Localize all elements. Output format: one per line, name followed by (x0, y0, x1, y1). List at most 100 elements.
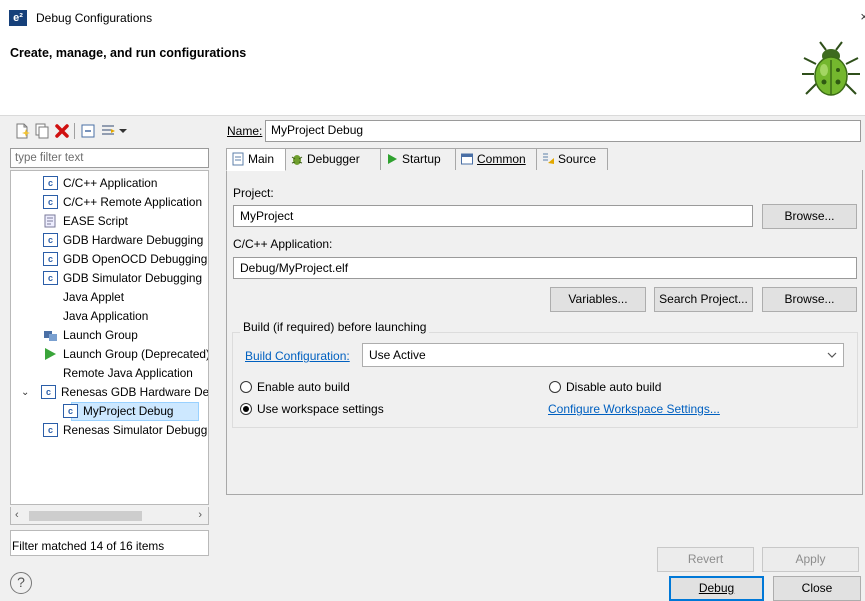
tab-label: Main (248, 152, 275, 166)
scroll-right-icon[interactable]: › (198, 509, 202, 521)
tree-item-label: C/C++ Remote Application (63, 195, 203, 209)
select-value: Use Active (369, 348, 426, 362)
c-icon: c (43, 423, 58, 437)
debug-button[interactable]: Debug (669, 576, 764, 601)
window-title: Debug Configurations (36, 11, 153, 25)
tree-item-label: GDB Simulator Debugging (63, 271, 203, 285)
tab-debugger[interactable]: Debugger (285, 148, 381, 171)
tree-item[interactable]: c GDB Simulator Debugging (11, 269, 208, 288)
enable-auto-build-radio[interactable] (240, 381, 252, 393)
tree-item[interactable]: c GDB OpenOCD Debugging (11, 250, 208, 269)
debug-button-label: Debug (698, 581, 735, 595)
script-icon (44, 214, 56, 228)
build-group-title: Build (if required) before launching (240, 320, 430, 334)
source-icon (543, 153, 554, 164)
tree-item[interactable]: c Renesas Simulator Debugging (11, 421, 208, 440)
project-input[interactable]: MyProject (233, 205, 753, 227)
tree-item[interactable]: c MyProject Debug (11, 402, 208, 421)
tree-item-label: EASE Script (63, 214, 128, 228)
common-icon (461, 153, 473, 165)
apply-button[interactable]: Apply (762, 547, 859, 572)
scroll-left-icon[interactable]: ‹ (15, 509, 19, 521)
app-label: C/C++ Application: (233, 237, 333, 251)
tree-item-label: Renesas GDB Hardware Debugging (61, 385, 209, 399)
tree-item[interactable]: c C/C++ Remote Application (11, 193, 208, 212)
config-name-input[interactable]: MyProject Debug (265, 120, 861, 142)
tree-item[interactable]: Java Application (11, 307, 208, 326)
filter-status-text: Filter matched 14 of 16 items (12, 539, 165, 553)
project-label: Project: (233, 186, 274, 200)
delete-config-icon[interactable] (54, 123, 70, 139)
tree-item[interactable]: c GDB Hardware Debugging (11, 231, 208, 250)
tree-item[interactable]: Launch Group (Deprecated) (11, 345, 208, 364)
search-project-button[interactable]: Search Project... (654, 287, 753, 312)
variables-button[interactable]: Variables... (550, 287, 646, 312)
tree-item[interactable]: Java Applet (11, 288, 208, 307)
new-config-icon[interactable] (14, 123, 30, 139)
tree-horizontal-scrollbar[interactable]: ‹ › (10, 507, 209, 525)
dialog-subtitle: Create, manage, and run configurations (10, 46, 247, 60)
tree-item-label: GDB OpenOCD Debugging (63, 252, 208, 266)
enable-auto-build-label: Enable auto build (257, 380, 350, 394)
tab-startup[interactable]: Startup (380, 148, 456, 171)
app-input[interactable]: Debug/MyProject.elf (233, 257, 857, 279)
toolbar-separator (74, 123, 75, 139)
chevron-down-icon[interactable]: ⌄ (21, 383, 29, 402)
tree-item-label: Launch Group (Deprecated) (63, 347, 209, 361)
help-icon[interactable]: ? (10, 572, 32, 594)
disable-auto-build-radio[interactable] (549, 381, 561, 393)
tab-label: Debugger (307, 152, 360, 166)
bug-small-icon (291, 155, 303, 165)
filter-icon[interactable] (100, 123, 116, 139)
c-icon: c (63, 404, 78, 418)
use-workspace-settings-label: Use workspace settings (257, 402, 384, 416)
chevron-down-icon[interactable] (118, 123, 128, 139)
tree-item[interactable]: c C/C++ Application (11, 174, 208, 193)
close-button[interactable]: Close (773, 576, 861, 601)
build-configuration-select[interactable]: Use Active (362, 343, 844, 367)
run-icon (388, 154, 397, 164)
duplicate-config-icon[interactable] (34, 123, 50, 139)
launch-group-icon (44, 331, 57, 341)
c-icon: c (43, 195, 58, 209)
tree-item[interactable]: EASE Script (11, 212, 208, 231)
tab-source[interactable]: Source (536, 148, 608, 171)
configure-workspace-link[interactable]: Configure Workspace Settings... (548, 402, 720, 416)
tab-main[interactable]: Main (226, 148, 286, 171)
c-icon: c (41, 385, 56, 399)
c-icon: c (43, 252, 58, 266)
build-configuration-link[interactable]: Build Configuration: (245, 349, 350, 363)
tree-item-label: Java Applet (63, 290, 124, 304)
c-icon: c (43, 233, 58, 247)
filter-input[interactable] (10, 148, 209, 168)
tab-label: Common (477, 152, 526, 166)
tree-item-label: C/C++ Application (63, 176, 158, 190)
c-icon: c (43, 271, 58, 285)
c-icon: c (43, 176, 58, 190)
config-toolbar (10, 120, 214, 144)
name-label: Name: (227, 124, 263, 138)
close-icon[interactable]: × (860, 9, 865, 24)
app-browse-button[interactable]: Browse... (762, 287, 857, 312)
project-browse-button[interactable]: Browse... (762, 204, 857, 229)
tree-item-label: Java Application (63, 309, 149, 323)
tree-item-label: Launch Group (63, 328, 138, 342)
tab-label: Source (558, 152, 597, 166)
document-icon (232, 152, 244, 166)
scrollbar-thumb[interactable] (29, 511, 142, 521)
tree-item[interactable]: Remote Java Application (11, 364, 208, 383)
tree-item[interactable]: Launch Group (11, 326, 208, 345)
collapse-all-icon[interactable] (80, 123, 96, 139)
tree-item-label: GDB Hardware Debugging (63, 233, 204, 247)
config-tabs: Main Debugger Startup Common Source (226, 148, 863, 171)
tab-common[interactable]: Common (455, 148, 537, 171)
disable-auto-build-label: Disable auto build (566, 380, 662, 394)
chevron-down-icon (827, 352, 837, 358)
run-icon (45, 348, 56, 360)
tree-item[interactable]: ⌄ c Renesas GDB Hardware Debugging (11, 383, 208, 402)
tree-item-label: Renesas Simulator Debugging (63, 423, 209, 437)
debug-bug-icon (802, 41, 860, 96)
use-workspace-settings-radio[interactable] (240, 403, 252, 415)
revert-button[interactable]: Revert (657, 547, 754, 572)
tree-item-label: MyProject Debug (83, 404, 174, 418)
